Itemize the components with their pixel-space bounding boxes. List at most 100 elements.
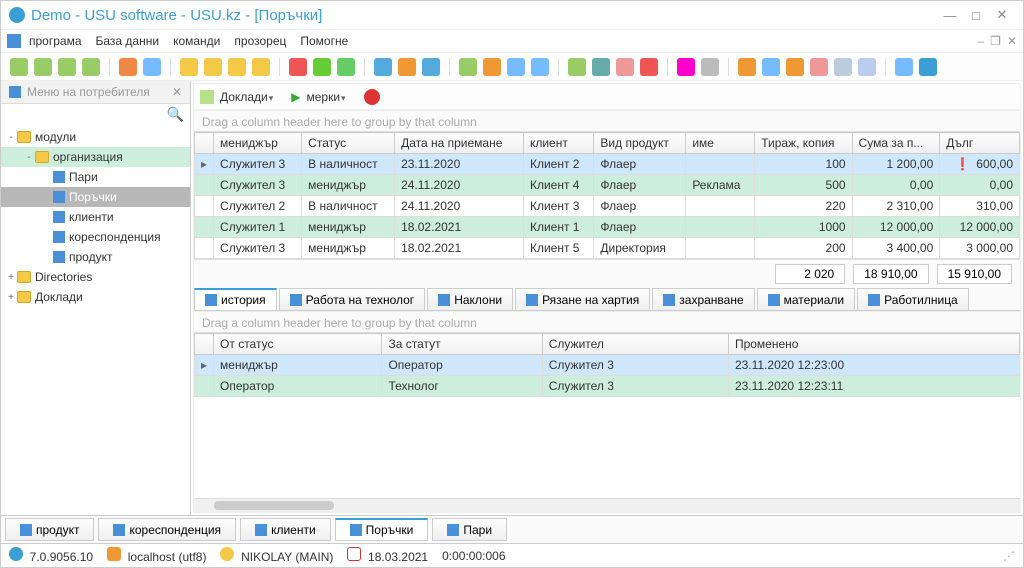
resize-grip-icon[interactable]: ⋰ (1003, 549, 1015, 563)
bottom-tab[interactable]: клиенти (240, 518, 331, 541)
toolbar-button[interactable] (180, 58, 198, 76)
menu-item[interactable]: команди (173, 34, 220, 48)
toolbar-button[interactable] (738, 58, 756, 76)
toolbar-button[interactable] (58, 58, 76, 76)
toolbar-button[interactable] (374, 58, 392, 76)
sidebar-close-button[interactable]: ✕ (172, 85, 182, 99)
table-row[interactable]: ▸Служител 3В наличност23.11.2020Клиент 2… (195, 154, 1020, 175)
column-header[interactable]: Служител (542, 334, 728, 355)
column-header[interactable]: Променено (728, 334, 1019, 355)
column-header[interactable]: Сума за п... (852, 133, 940, 154)
scrollbar-horizontal[interactable] (194, 498, 1020, 512)
column-header[interactable]: За статут (382, 334, 542, 355)
menu-item[interactable]: База данни (96, 34, 160, 48)
actions-button[interactable]: мерки▾ (306, 90, 345, 104)
detail-tab[interactable]: Работилница (857, 288, 969, 310)
reports-button[interactable]: Доклади▾ (220, 90, 273, 104)
column-header[interactable]: Тираж, копия (755, 133, 852, 154)
toolbar-button[interactable] (810, 58, 828, 76)
bottom-tab[interactable]: кореспонденция (98, 518, 236, 541)
toolbar-button[interactable] (252, 58, 270, 76)
expander-icon[interactable]: - (23, 152, 35, 163)
toolbar-button[interactable] (701, 58, 719, 76)
tree-item[interactable]: -организация (1, 147, 190, 167)
maximize-button[interactable]: □ (963, 8, 989, 23)
tree-item[interactable]: Пари (1, 167, 190, 187)
tree-item[interactable]: клиенти (1, 207, 190, 227)
toolbar-button[interactable] (82, 58, 100, 76)
menu-item[interactable]: програма (29, 34, 82, 48)
column-header[interactable]: мениджър (214, 133, 302, 154)
toolbar-button[interactable] (568, 58, 586, 76)
tree-label: Directories (35, 270, 92, 284)
column-header[interactable]: Дата на приемане (395, 133, 524, 154)
menu-item[interactable]: Помогне (300, 34, 348, 48)
column-header[interactable]: Статус (302, 133, 395, 154)
table-row[interactable]: Служител 3мениджър18.02.2021Клиент 5Дире… (195, 238, 1020, 259)
toolbar-button[interactable] (289, 58, 307, 76)
expander-icon[interactable]: + (5, 272, 17, 283)
toolbar-button[interactable] (762, 58, 780, 76)
toolbar-button[interactable] (640, 58, 658, 76)
column-header[interactable]: Дълг (940, 133, 1020, 154)
toolbar-button[interactable] (895, 58, 913, 76)
mdi-close-button[interactable]: ✕ (1007, 34, 1017, 48)
tree-item[interactable]: продукт (1, 247, 190, 267)
detail-tab[interactable]: Наклони (427, 288, 513, 310)
mdi-restore-button[interactable]: ❐ (990, 34, 1001, 48)
history-grid[interactable]: От статусЗа статутСлужителПроменено▸мени… (194, 333, 1020, 498)
mdi-minimize-button[interactable]: – (977, 34, 984, 48)
tree-item[interactable]: Поръчки (1, 187, 190, 207)
table-row[interactable]: Служител 2В наличност24.11.2020Клиент 3Ф… (195, 196, 1020, 217)
toolbar-button[interactable] (313, 58, 331, 76)
toolbar-button[interactable] (459, 58, 477, 76)
bottom-tab[interactable]: Пари (432, 518, 507, 541)
tree-item[interactable]: -модули (1, 127, 190, 147)
table-row[interactable]: ▸мениджърОператорСлужител 323.11.2020 12… (195, 355, 1020, 376)
table-row[interactable]: Служител 1мениджър18.02.2021Клиент 1Флае… (195, 217, 1020, 238)
menu-item[interactable]: прозорец (234, 34, 286, 48)
toolbar-button[interactable] (531, 58, 549, 76)
tree-item[interactable]: + Directories (1, 267, 190, 287)
expander-icon[interactable]: + (5, 292, 17, 303)
toolbar-button[interactable] (398, 58, 416, 76)
toolbar-button[interactable] (592, 58, 610, 76)
toolbar-button[interactable] (507, 58, 525, 76)
stop-icon[interactable] (364, 89, 380, 105)
column-header[interactable]: Вид продукт (594, 133, 686, 154)
table-row[interactable]: ОператорТехнологСлужител 323.11.2020 12:… (195, 376, 1020, 397)
column-header[interactable]: клиент (523, 133, 593, 154)
toolbar-button[interactable] (786, 58, 804, 76)
toolbar-button[interactable] (677, 58, 695, 76)
detail-tab[interactable]: захранване (652, 288, 754, 310)
tree-item[interactable]: +Доклади (1, 287, 190, 307)
toolbar-button[interactable] (616, 58, 634, 76)
toolbar-button[interactable] (34, 58, 52, 76)
column-header[interactable]: От статус (214, 334, 382, 355)
toolbar-button[interactable] (337, 58, 355, 76)
detail-tab[interactable]: Работа на технолог (279, 288, 426, 310)
detail-tab[interactable]: Рязане на хартия (515, 288, 650, 310)
detail-tab[interactable]: материали (757, 288, 855, 310)
expander-icon[interactable]: - (5, 132, 17, 143)
bottom-tab[interactable]: продукт (5, 518, 94, 541)
toolbar-button[interactable] (483, 58, 501, 76)
bottom-tab[interactable]: Поръчки (335, 518, 429, 541)
minimize-button[interactable]: — (937, 8, 963, 23)
detail-tab[interactable]: история (194, 288, 277, 310)
toolbar-button[interactable] (834, 58, 852, 76)
toolbar-button[interactable] (204, 58, 222, 76)
toolbar-button[interactable] (228, 58, 246, 76)
toolbar-button[interactable] (119, 58, 137, 76)
toolbar-button[interactable] (422, 58, 440, 76)
toolbar-button[interactable] (919, 58, 937, 76)
column-header[interactable]: име (686, 133, 755, 154)
table-row[interactable]: Служител 3мениджър24.11.2020Клиент 4Флае… (195, 175, 1020, 196)
search-icon[interactable]: 🔍 (167, 106, 184, 122)
tree-item[interactable]: кореспонденция (1, 227, 190, 247)
toolbar-button[interactable] (858, 58, 876, 76)
toolbar-button[interactable] (10, 58, 28, 76)
close-button[interactable]: ✕ (989, 7, 1015, 23)
orders-grid[interactable]: мениджърСтатусДата на приеманеклиентВид … (194, 132, 1020, 259)
toolbar-button[interactable] (143, 58, 161, 76)
